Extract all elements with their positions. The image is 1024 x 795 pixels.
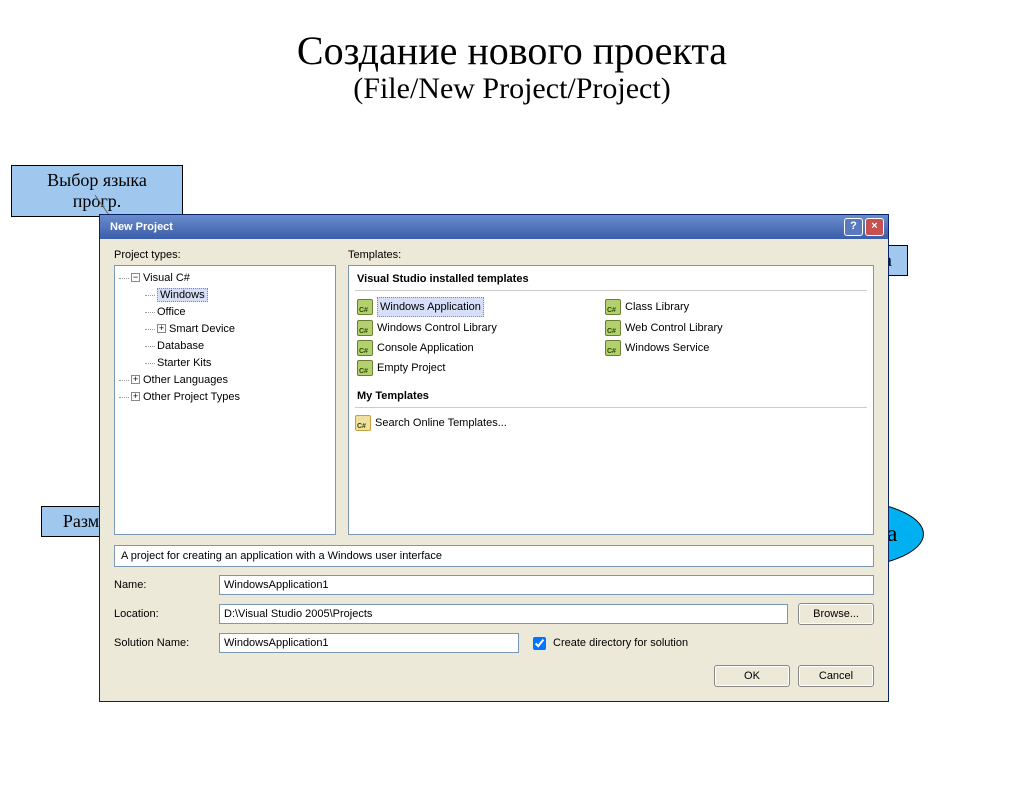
- my-templates-header: My Templates: [355, 387, 867, 405]
- tree-item-other-languages[interactable]: +Other Languages: [119, 372, 333, 389]
- new-project-dialog: New Project ? × Project types: −Visual C…: [99, 214, 889, 702]
- project-types-tree[interactable]: −Visual C# Windows Office +Smart Device …: [114, 265, 336, 535]
- expand-icon[interactable]: +: [131, 392, 140, 401]
- cancel-button[interactable]: Cancel: [798, 665, 874, 687]
- csharp-icon: [357, 299, 373, 315]
- expand-icon[interactable]: +: [157, 324, 166, 333]
- tree-item-office[interactable]: Office: [145, 304, 333, 321]
- tree-item-starter-kits[interactable]: Starter Kits: [145, 355, 333, 372]
- csharp-icon: [605, 320, 621, 336]
- callout-lang-choice: Выбор языка прогр.: [11, 165, 183, 217]
- collapse-icon[interactable]: −: [131, 273, 140, 282]
- slide-title: Создание нового проекта: [0, 27, 1024, 74]
- location-label: Location:: [114, 608, 209, 620]
- template-windows-control-library[interactable]: Windows Control Library: [357, 319, 587, 337]
- browse-button[interactable]: Browse...: [798, 603, 874, 625]
- ok-button[interactable]: OK: [714, 665, 790, 687]
- project-types-label: Project types:: [114, 249, 336, 261]
- installed-templates-header: Visual Studio installed templates: [355, 270, 867, 288]
- dialog-titlebar: New Project ? ×: [100, 215, 888, 239]
- create-directory-checkbox[interactable]: [533, 637, 546, 650]
- tree-item-other-project-types[interactable]: +Other Project Types: [119, 389, 333, 406]
- dialog-title: New Project: [110, 221, 173, 233]
- location-input[interactable]: [219, 604, 788, 624]
- name-label: Name:: [114, 579, 209, 591]
- tree-item-visual-csharp[interactable]: −Visual C# Windows Office +Smart Device …: [119, 270, 333, 372]
- template-windows-service[interactable]: Windows Service: [605, 339, 835, 357]
- tree-item-smart-device[interactable]: +Smart Device: [145, 321, 333, 338]
- expand-icon[interactable]: +: [131, 375, 140, 384]
- create-directory-label: Create directory for solution: [553, 637, 688, 649]
- template-web-control-library[interactable]: Web Control Library: [605, 319, 835, 337]
- close-button[interactable]: ×: [865, 218, 884, 236]
- csharp-icon: [357, 320, 373, 336]
- csharp-icon: [605, 340, 621, 356]
- template-empty-project[interactable]: Empty Project: [357, 359, 587, 377]
- description-bar: A project for creating an application wi…: [114, 545, 874, 567]
- slide-subtitle: (File/New Project/Project): [0, 72, 1024, 106]
- tree-item-windows[interactable]: Windows: [145, 287, 333, 304]
- solution-name-label: Solution Name:: [114, 637, 209, 649]
- csharp-icon: [357, 340, 373, 356]
- templates-panel[interactable]: Visual Studio installed templates Window…: [348, 265, 874, 535]
- template-windows-application[interactable]: Windows Application: [357, 297, 587, 317]
- templates-label: Templates:: [348, 249, 874, 261]
- csharp-icon: [357, 360, 373, 376]
- template-class-library[interactable]: Class Library: [605, 297, 835, 317]
- template-console-application[interactable]: Console Application: [357, 339, 587, 357]
- help-button[interactable]: ?: [844, 218, 863, 236]
- solution-name-input[interactable]: [219, 633, 519, 653]
- search-icon: [355, 415, 371, 431]
- csharp-icon: [605, 299, 621, 315]
- template-search-online[interactable]: Search Online Templates...: [355, 414, 585, 432]
- tree-item-database[interactable]: Database: [145, 338, 333, 355]
- name-input[interactable]: [219, 575, 874, 595]
